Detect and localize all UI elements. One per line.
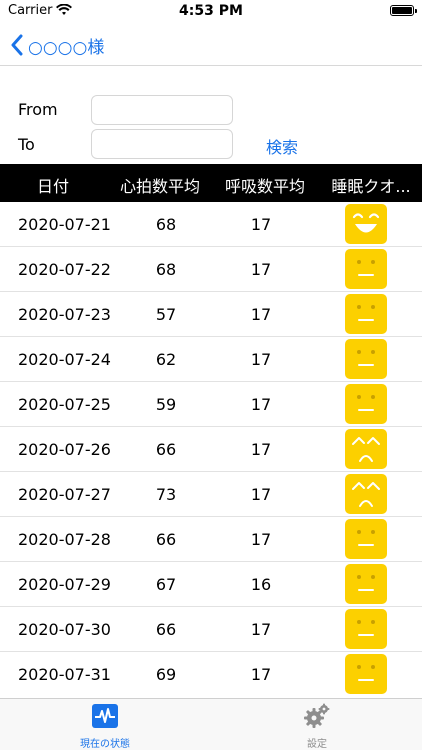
- cell-respiration: 17: [250, 395, 272, 414]
- search-button[interactable]: 検索: [266, 134, 298, 158]
- cell-date: 2020-07-25: [18, 395, 111, 414]
- cell-respiration: 17: [250, 440, 272, 459]
- neutral-face-icon: [345, 519, 387, 559]
- cell-date: 2020-07-28: [18, 530, 111, 549]
- cell-date: 2020-07-26: [18, 440, 111, 459]
- tab-settings[interactable]: 設定: [262, 703, 372, 750]
- header-sleep-quality: 睡眠クオ...: [331, 177, 411, 196]
- cell-heart-rate: 66: [155, 620, 177, 639]
- cell-heart-rate: 62: [155, 350, 177, 369]
- cell-respiration: 17: [250, 305, 272, 324]
- battery-icon: [390, 5, 417, 16]
- tab-current-status[interactable]: 現在の状態: [50, 703, 160, 750]
- cell-respiration: 17: [250, 485, 272, 504]
- cell-respiration: 17: [250, 260, 272, 279]
- to-label: To: [18, 135, 35, 154]
- table-row[interactable]: 2020-07-22 68 17: [0, 247, 422, 292]
- table-row[interactable]: 2020-07-23 57 17: [0, 292, 422, 337]
- cell-respiration: 17: [250, 530, 272, 549]
- header-heart-rate: 心拍数平均: [119, 177, 200, 196]
- header-date: 日付: [36, 177, 69, 196]
- cell-date: 2020-07-21: [18, 215, 111, 234]
- cell-respiration: 17: [250, 350, 272, 369]
- cell-heart-rate: 69: [155, 665, 177, 684]
- sad-face-icon: [345, 474, 387, 514]
- cell-heart-rate: 68: [155, 215, 177, 234]
- neutral-face-icon: [345, 249, 387, 289]
- back-button[interactable]: ○○○○様: [10, 30, 104, 60]
- to-date-input[interactable]: [91, 129, 233, 159]
- cell-date: 2020-07-27: [18, 485, 111, 504]
- table-row[interactable]: 2020-07-27 73 17: [0, 472, 422, 517]
- tab-bar: 現在の状態 設定: [0, 698, 422, 750]
- table-row[interactable]: 2020-07-29 67 16: [0, 562, 422, 607]
- neutral-face-icon: [345, 609, 387, 649]
- navigation-bar: ○○○○様: [0, 24, 422, 66]
- from-date-input[interactable]: [91, 95, 233, 125]
- table-row[interactable]: 2020-07-28 66 17: [0, 517, 422, 562]
- cell-respiration: 17: [250, 665, 272, 684]
- chevron-left-icon: [11, 34, 23, 56]
- table-row[interactable]: 2020-07-30 66 17: [0, 607, 422, 652]
- neutral-face-icon: [345, 564, 387, 604]
- cell-date: 2020-07-22: [18, 260, 111, 279]
- gear-icon: [304, 703, 330, 728]
- table-row[interactable]: 2020-07-31 69 17: [0, 652, 422, 696]
- from-label: From: [18, 100, 58, 119]
- cell-date: 2020-07-31: [18, 665, 111, 684]
- cell-date: 2020-07-23: [18, 305, 111, 324]
- neutral-face-icon: [345, 339, 387, 379]
- tab-settings-label: 設定: [307, 739, 327, 750]
- tab-current-status-label: 現在の状態: [80, 739, 130, 750]
- cell-date: 2020-07-30: [18, 620, 111, 639]
- header-respiration: 呼吸数平均: [224, 177, 305, 196]
- back-label: ○○○○様: [28, 37, 105, 58]
- cell-respiration: 17: [250, 620, 272, 639]
- table-header: 日付 心拍数平均 呼吸数平均 睡眠クオ...: [0, 164, 422, 202]
- cell-date: 2020-07-29: [18, 575, 111, 594]
- cell-heart-rate: 73: [155, 485, 177, 504]
- status-bar: Carrier 4:53 PM: [0, 0, 422, 24]
- sad-face-icon: [345, 429, 387, 469]
- cell-heart-rate: 66: [155, 530, 177, 549]
- cell-date: 2020-07-24: [18, 350, 111, 369]
- heart-monitor-icon: [92, 704, 118, 728]
- clock: 4:53 PM: [179, 3, 243, 19]
- cell-heart-rate: 57: [155, 305, 177, 324]
- cell-heart-rate: 68: [155, 260, 177, 279]
- cell-respiration: 17: [250, 215, 272, 234]
- cell-heart-rate: 66: [155, 440, 177, 459]
- neutral-face-icon: [345, 654, 387, 694]
- table-row[interactable]: 2020-07-25 59 17: [0, 382, 422, 427]
- cell-heart-rate: 67: [155, 575, 177, 594]
- neutral-face-icon: [345, 384, 387, 424]
- cell-respiration: 16: [250, 575, 272, 594]
- neutral-face-icon: [345, 294, 387, 334]
- happy-face-icon: [345, 204, 387, 244]
- table-row[interactable]: 2020-07-21 68 17: [0, 202, 422, 247]
- table-row[interactable]: 2020-07-26 66 17: [0, 427, 422, 472]
- table-row[interactable]: 2020-07-24 62 17: [0, 337, 422, 382]
- data-table[interactable]: 2020-07-21 68 17 2020-07-22 68 17 2020-07-23 57…: [0, 202, 422, 696]
- cell-heart-rate: 59: [155, 395, 177, 414]
